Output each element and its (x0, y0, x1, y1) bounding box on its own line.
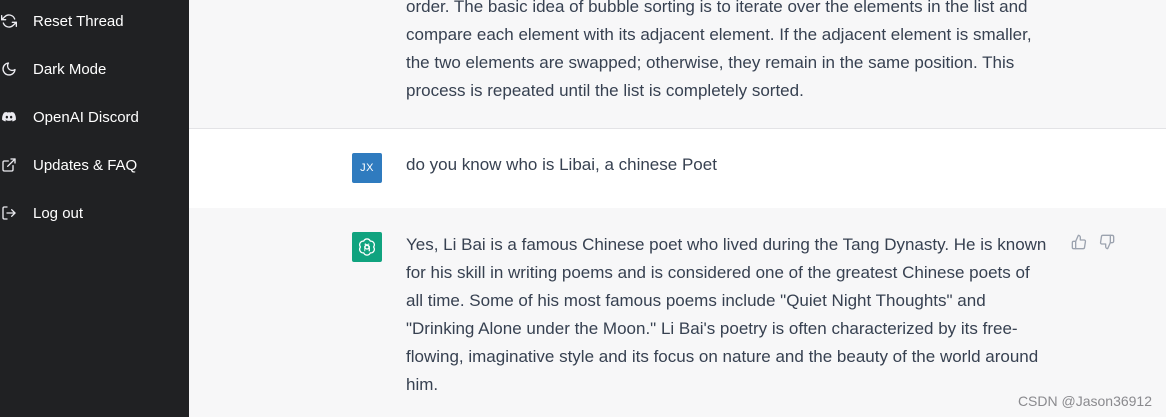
conversation-area: order. The basic idea of bubble sorting … (189, 0, 1166, 417)
external-link-icon (0, 156, 18, 174)
sidebar-item-log-out[interactable]: Log out (0, 195, 189, 231)
logout-icon (0, 204, 18, 222)
feedback-buttons (1070, 233, 1116, 251)
message-line: for his skill in writing poems and is co… (406, 263, 1030, 282)
message-line: "Drinking Alone under the Moon." Li Bai'… (406, 319, 1018, 338)
refresh-icon (0, 12, 18, 30)
sidebar-item-updates-faq[interactable]: Updates & FAQ (0, 147, 189, 183)
assistant-message-previous: order. The basic idea of bubble sorting … (189, 0, 1166, 129)
sidebar: Reset Thread Dark Mode OpenAI Discord Up… (0, 0, 189, 417)
sidebar-item-label: Updates & FAQ (33, 156, 138, 174)
message-line: him. (406, 375, 439, 394)
thumbs-down-icon[interactable] (1098, 233, 1116, 251)
message-line: compare each element with its adjacent e… (406, 25, 1032, 44)
message-line: Yes, Li Bai is a famous Chinese poet who… (406, 235, 1047, 254)
message-line: flowing, imaginative style and its focus… (406, 347, 1039, 366)
message-line: process is repeated until the list is co… (406, 81, 804, 100)
message-text: order. The basic idea of bubble sorting … (406, 0, 1066, 105)
sidebar-item-openai-discord[interactable]: OpenAI Discord (0, 99, 189, 135)
message-line: all time. Some of his most famous poems … (406, 291, 986, 310)
message-line: the two elements are swapped; otherwise,… (406, 53, 1015, 72)
openai-logo-icon (359, 238, 375, 256)
sidebar-item-dark-mode[interactable]: Dark Mode (0, 51, 189, 87)
sidebar-item-label: OpenAI Discord (33, 108, 139, 126)
thumbs-up-icon[interactable] (1070, 233, 1088, 251)
sidebar-item-label: Dark Mode (33, 60, 107, 78)
message-text: do you know who is Libai, a chinese Poet (406, 155, 717, 174)
sidebar-item-reset-thread[interactable]: Reset Thread (0, 3, 189, 39)
avatar-initials: JX (360, 162, 374, 174)
discord-icon (0, 108, 18, 126)
moon-icon (0, 60, 18, 78)
sidebar-item-label: Log out (33, 204, 84, 222)
assistant-message: Yes, Li Bai is a famous Chinese poet who… (189, 208, 1166, 417)
message-line: order. The basic idea of bubble sorting … (406, 0, 1028, 16)
sidebar-item-label: Reset Thread (33, 12, 124, 30)
watermark: CSDN @Jason36912 (1017, 393, 1152, 409)
assistant-avatar (352, 232, 382, 262)
message-text: Yes, Li Bai is a famous Chinese poet who… (406, 231, 1066, 399)
chat-app: Reset Thread Dark Mode OpenAI Discord Up… (0, 0, 1166, 417)
user-message: JX do you know who is Libai, a chinese P… (189, 128, 1166, 209)
user-avatar: JX (352, 153, 382, 183)
